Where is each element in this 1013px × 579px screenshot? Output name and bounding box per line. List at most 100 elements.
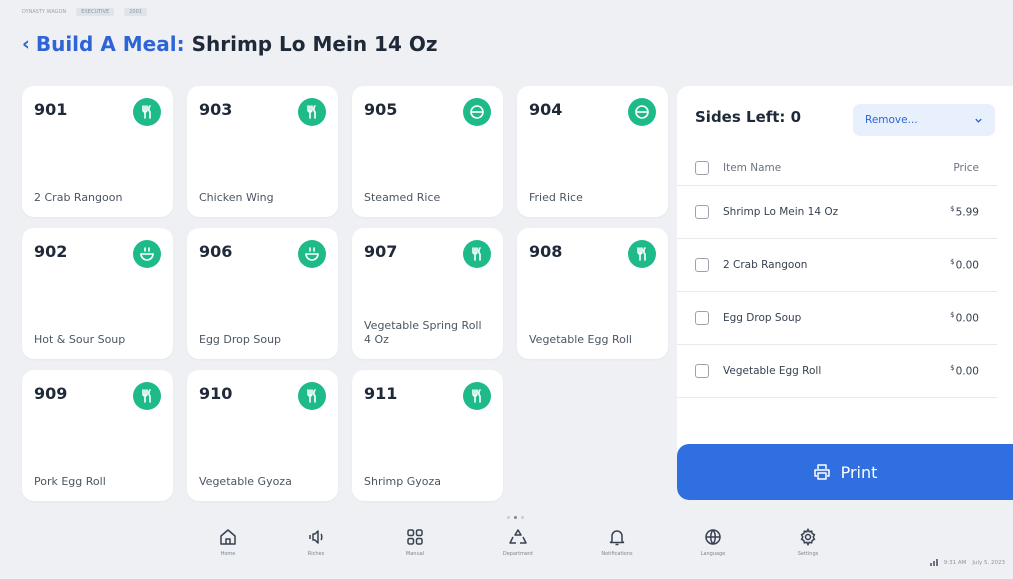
sides-left-label: Sides Left: 0 <box>695 108 802 126</box>
nav-language[interactable]: Language <box>683 527 743 557</box>
status-bar: 9:31 AM July 5, 2023 <box>929 559 1005 566</box>
rice-bowl-icon <box>463 98 491 126</box>
table-row[interactable]: Vegetable Egg Roll $0.00 <box>677 345 997 398</box>
nav-label: Language <box>700 551 726 557</box>
col-price: Price <box>953 161 979 174</box>
nav-department[interactable]: Department <box>488 527 548 557</box>
recycle-icon <box>509 529 527 544</box>
page-dot <box>507 516 510 519</box>
row-item-name: Egg Drop Soup <box>723 312 802 324</box>
page-title-prefix: Build A Meal: <box>35 32 185 56</box>
row-checkbox[interactable] <box>695 205 709 219</box>
utensils-icon <box>628 240 656 268</box>
item-name: Vegetable Gyoza <box>199 475 292 488</box>
item-name: Vegetable Spring Roll 4 Oz <box>364 319 482 346</box>
currency-symbol: $ <box>950 311 955 320</box>
nav-riches[interactable]: Riches <box>286 527 346 557</box>
status-time: 9:31 AM <box>943 559 967 566</box>
utensils-icon <box>298 98 326 126</box>
nav-manual[interactable]: Manual <box>385 527 445 557</box>
row-item-name: Vegetable Egg Roll <box>723 365 822 377</box>
terminal-pill: 2001 <box>124 8 147 16</box>
status-date: July 5, 2023 <box>972 559 1005 566</box>
table-row[interactable]: Egg Drop Soup $0.00 <box>677 292 997 345</box>
speaker-icon <box>309 530 323 544</box>
rice-bowl-icon <box>628 98 656 126</box>
row-price: $0.00 <box>929 311 979 325</box>
home-icon <box>220 529 236 545</box>
row-item-name: 2 Crab Rangoon <box>723 259 808 271</box>
row-checkbox[interactable] <box>695 364 709 378</box>
print-label: Print <box>840 462 878 482</box>
back-chevron-icon[interactable]: ‹ <box>22 33 30 55</box>
price-value: 5.99 <box>955 206 979 219</box>
soup-icon <box>298 240 326 268</box>
menu-item-card[interactable]: 901 2 Crab Rangoon <box>22 86 173 217</box>
nav-label: Notifications <box>601 551 633 557</box>
chevron-down-icon <box>975 118 982 123</box>
page-header: ‹ Build A Meal: Shrimp Lo Mein 14 Oz <box>22 32 437 56</box>
nav-home[interactable]: Home <box>198 527 258 557</box>
row-price: $0.00 <box>929 258 979 272</box>
menu-item-card[interactable]: 909 Pork Egg Roll <box>22 370 173 501</box>
item-name: Vegetable Egg Roll <box>529 333 632 346</box>
mode-pill: EXECUTIVE <box>76 8 115 16</box>
select-all-checkbox[interactable] <box>695 160 709 175</box>
nav-label: Riches <box>307 551 325 557</box>
menu-item-card[interactable]: 911 Shrimp Gyoza <box>352 370 503 501</box>
row-item-name: Shrimp Lo Mein 14 Oz <box>723 206 839 218</box>
menu-item-card[interactable]: 903 Chicken Wing <box>187 86 338 217</box>
table-row[interactable]: Shrimp Lo Mein 14 Oz $5.99 <box>677 186 997 239</box>
printer-icon <box>813 464 830 480</box>
page-dot-active <box>514 516 517 519</box>
currency-symbol: $ <box>950 258 955 267</box>
bottom-nav: Home Riches Manual Department Notificati… <box>0 527 1013 579</box>
utensils-icon <box>463 240 491 268</box>
menu-item-card[interactable]: 907 Vegetable Spring Roll 4 Oz <box>352 228 503 359</box>
print-button[interactable]: Print <box>677 444 1013 500</box>
sides-panel: Sides Left: 0 Remove... Item Name Price … <box>677 86 1013 500</box>
row-checkbox[interactable] <box>695 311 709 325</box>
utensils-icon <box>463 382 491 410</box>
item-name: Fried Rice <box>529 191 583 204</box>
nav-label: Settings <box>797 551 819 557</box>
page-dot <box>521 516 524 519</box>
soup-icon <box>133 240 161 268</box>
menu-item-card[interactable]: 904 Fried Rice <box>517 86 668 217</box>
col-item-name: Item Name <box>723 161 782 174</box>
store-name: DYNASTY WAGON <box>22 9 67 15</box>
currency-symbol: $ <box>950 205 955 214</box>
top-meta-bar: DYNASTY WAGON EXECUTIVE 2001 <box>22 8 147 16</box>
item-name: Egg Drop Soup <box>199 333 282 346</box>
menu-item-card[interactable]: 906 Egg Drop Soup <box>187 228 338 359</box>
signal-icon <box>929 559 938 566</box>
nav-notifications[interactable]: Notifications <box>587 527 647 557</box>
price-value: 0.00 <box>955 365 979 378</box>
nav-label: Home <box>220 551 236 557</box>
price-value: 0.00 <box>955 259 979 272</box>
item-name: 2 Crab Rangoon <box>34 191 123 204</box>
menu-item-card[interactable]: 908 Vegetable Egg Roll <box>517 228 668 359</box>
page-indicator <box>507 516 524 519</box>
utensils-icon <box>298 382 326 410</box>
item-name: Chicken Wing <box>199 191 274 204</box>
gear-icon <box>800 527 816 547</box>
item-name: Pork Egg Roll <box>34 475 106 488</box>
nav-label: Department <box>502 551 534 557</box>
globe-icon <box>705 529 721 545</box>
row-price: $0.00 <box>929 364 979 378</box>
row-checkbox[interactable] <box>695 258 709 272</box>
menu-item-card[interactable]: 910 Vegetable Gyoza <box>187 370 338 501</box>
currency-symbol: $ <box>950 364 955 373</box>
remove-dropdown[interactable]: Remove... <box>853 104 995 136</box>
remove-dropdown-value: Remove... <box>865 114 918 126</box>
menu-item-card[interactable]: 902 Hot & Sour Soup <box>22 228 173 359</box>
menu-item-card[interactable]: 905 Steamed Rice <box>352 86 503 217</box>
table-row[interactable]: 2 Crab Rangoon $0.00 <box>677 239 997 292</box>
utensils-icon <box>133 382 161 410</box>
row-price: $5.99 <box>929 205 979 219</box>
item-name: Shrimp Gyoza <box>364 475 442 488</box>
table-header-row: Item Name Price <box>677 150 997 186</box>
nav-settings[interactable]: Settings <box>778 527 838 557</box>
menu-item-grid: 901 2 Crab Rangoon 903 Chicken Wing 905 … <box>22 86 668 501</box>
